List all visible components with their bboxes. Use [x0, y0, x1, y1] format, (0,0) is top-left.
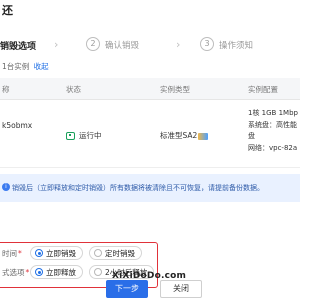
notice-text: 销毁后（立即释放和定时销毁）所有数据将被清除且不可恢复，请提前备份数据。: [12, 184, 264, 192]
collapse-link[interactable]: 收起: [34, 62, 49, 71]
selection-summary: 1台实例 收起: [2, 61, 49, 72]
info-icon: i: [2, 183, 10, 191]
config-cpu: 1核 1GB 1Mbp: [248, 109, 298, 117]
config-disk: 系统盘：高性能: [248, 121, 297, 129]
header-type: 实例类型: [160, 85, 190, 94]
close-button[interactable]: 关闭: [160, 280, 202, 298]
instance-table: 称 状态 实例类型 实例配置 k5obmx 运行中 标准型SA2 1核 1GB …: [0, 78, 300, 168]
instance-type: 标准型SA2: [160, 130, 209, 141]
selection-count: 1台实例: [2, 62, 30, 71]
release-option-label: 式选项*: [2, 268, 30, 277]
step-3-label: 操作须知: [219, 41, 254, 51]
step-1-label: 销毁选项: [0, 42, 37, 52]
running-status-icon: [66, 132, 75, 140]
step-3-circle: 3: [200, 37, 214, 51]
radio-destroy-now[interactable]: 立即销毁: [30, 246, 83, 260]
config-disk-cont: 盘: [248, 132, 255, 140]
type-badge-icon: [198, 132, 209, 140]
warning-notice: i 销毁后（立即释放和定时销毁）所有数据将被清除且不可恢复，请提前备份数据。: [0, 174, 300, 202]
destroy-time-label: 时间*: [2, 249, 22, 258]
radio-release-now[interactable]: 立即释放: [30, 265, 83, 279]
status-text: 运行中: [79, 131, 102, 140]
destroy-time-row: 时间* 立即销毁 定时销毁: [0, 246, 300, 264]
radio-checked-icon: [35, 268, 43, 276]
radio-scheduled-destroy[interactable]: 定时销毁: [89, 246, 142, 260]
header-config: 实例配置: [248, 85, 278, 94]
instance-type-text: 标准型SA2: [160, 131, 198, 140]
table-row: k5obmx 运行中 标准型SA2 1核 1GB 1Mbp 系统盘：高性能 盘 …: [0, 100, 300, 168]
radio-unchecked-icon: [94, 249, 102, 257]
step-separator-icon: ›: [54, 38, 59, 51]
step-2-circle: 2: [86, 37, 100, 51]
step-separator-icon: ›: [176, 38, 181, 51]
header-name: 称: [2, 85, 10, 94]
config-network: 网络：vpc-82a: [248, 144, 298, 152]
stepper: 销毁选项 › 2 确认销毁 › 3 操作须知: [0, 33, 300, 59]
next-button[interactable]: 下一步: [106, 280, 148, 298]
header-status: 状态: [66, 85, 81, 94]
instance-name[interactable]: k5obmx: [2, 121, 32, 130]
radio-unchecked-icon: [94, 268, 102, 276]
step-2-label: 确认销毁: [105, 41, 140, 51]
dialog-title: 还: [2, 4, 13, 17]
radio-checked-icon: [35, 249, 43, 257]
instance-status: 运行中: [66, 130, 102, 141]
table-header: 称 状态 实例类型 实例配置: [0, 78, 300, 100]
